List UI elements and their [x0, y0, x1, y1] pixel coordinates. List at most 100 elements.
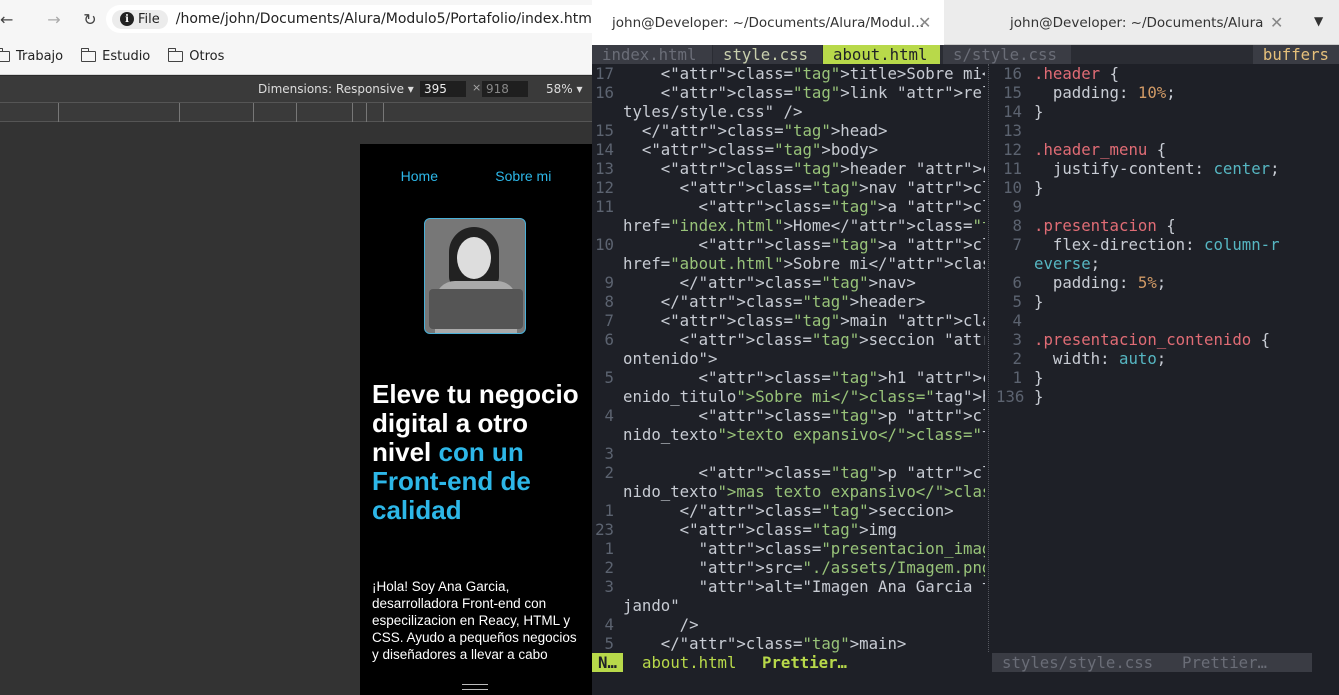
vim-editor[interactable]: index.html style.css about.html s/style.… [592, 45, 1339, 695]
css-code-line[interactable]: 13 [996, 121, 1339, 140]
html-code-line[interactable]: 4 <"attr">class="tag">p "attr">class="pr… [592, 406, 985, 425]
line-number: 1 [1012, 368, 1022, 387]
width-input[interactable]: 395 [420, 81, 466, 97]
bookmarks-bar: Trabajo Estudio Otros [0, 38, 592, 75]
resize-handle[interactable] [462, 684, 488, 690]
html-code-line[interactable]: 1 "attr">class="presentacion_imagen" [592, 539, 985, 558]
forward-button[interactable]: → [36, 0, 72, 38]
html-code-line[interactable]: 13 <"attr">class="tag">header "attr">cla… [592, 159, 985, 178]
html-code-line[interactable]: 2 <"attr">class="tag">p "attr">class="pr… [592, 463, 985, 482]
css-code-line[interactable]: 136} [996, 387, 1339, 406]
buffer-tab-index[interactable]: index.html [592, 45, 712, 64]
css-code-line[interactable]: 5} [996, 292, 1339, 311]
code-text: </"attr">class="tag">head> [623, 121, 888, 140]
html-code-line[interactable]: 5 </"attr">class="tag">main> [592, 634, 985, 653]
html-code-line[interactable]: 15 </"attr">class="tag">head> [592, 121, 985, 140]
css-code-line[interactable]: 3 .presentacion_contenido { [996, 330, 1339, 349]
html-code-line[interactable]: 7 <"attr">class="tag">main "attr">class=… [592, 311, 985, 330]
html-code-line[interactable]: 6 <"attr">class="tag">seccion "attr">cla… [592, 330, 985, 349]
terminal-tab-bar: john@Developer: ~/Documents/Alura/Modul…… [592, 0, 1339, 45]
css-code-line[interactable]: 11 justify-content: center; [996, 159, 1339, 178]
code-text: width: auto; [1034, 349, 1167, 368]
chevron-down-icon[interactable]: ▼ [1314, 14, 1323, 28]
back-button[interactable]: ← [0, 0, 18, 38]
right-split-style-css[interactable]: 16 .header {15 padding: 10%; 14} 13 12 .heade… [996, 64, 1339, 654]
height-input[interactable]: 918 [482, 81, 528, 97]
code-text: <"attr">class="tag">main "attr">class="p… [623, 311, 985, 330]
html-code-line[interactable]: 14 <"attr">class="tag">body> [592, 140, 985, 159]
nav-link-sobre-mi[interactable]: Sobre mi [495, 168, 551, 184]
folder-icon [0, 47, 10, 62]
css-code-line[interactable]: 1} [996, 368, 1339, 387]
html-code-line[interactable]: href="index.html">Home</"attr">class="ta… [592, 216, 985, 235]
terminal-tab-2[interactable]: john@Developer: ~/Documents/Alura ✕ [944, 0, 1314, 45]
html-code-line[interactable]: nido_texto">mas texto expansivo</">class… [592, 482, 985, 501]
vertical-split-divider[interactable] [988, 64, 989, 654]
code-text: <"attr">class="tag">img [623, 520, 897, 539]
code-text: <"attr">class="tag">nav "attr">class="he… [623, 178, 985, 197]
css-code-line[interactable]: 10} [996, 178, 1339, 197]
css-code-line[interactable]: 6 padding: 5%; [996, 273, 1339, 292]
code-text: tyles/style.css" /> [623, 102, 803, 121]
dimensions-dropdown[interactable]: Dimensions: Responsive ▾ [258, 82, 414, 96]
bookmark-folder-estudio[interactable]: Estudio [80, 47, 150, 64]
css-code-line[interactable]: 12 .header_menu { [996, 140, 1339, 159]
zoom-dropdown[interactable]: 58% ▾ [546, 82, 583, 96]
html-code-line[interactable]: 8 </"attr">class="tag">header> [592, 292, 985, 311]
nav-link-home[interactable]: Home [401, 168, 438, 184]
css-code-line[interactable]: 15 padding: 10%; [996, 83, 1339, 102]
code-text: nido_texto">texto expansivo</">class="ta… [623, 425, 985, 444]
buffers-label: buffers [1252, 45, 1339, 64]
html-code-line[interactable]: 9 </"attr">class="tag">nav> [592, 273, 985, 292]
bookmark-folder-trabajo[interactable]: Trabajo [0, 47, 63, 64]
buffer-tab-s-style[interactable]: s/style.css [943, 45, 1071, 64]
html-code-line[interactable]: enido_titulo">Sobre mi</">class="tag">h1… [592, 387, 985, 406]
left-split-about-html[interactable]: 17 <"attr">class="tag">title>Sobre mi</"… [592, 64, 985, 654]
line-number: 9 [604, 273, 614, 292]
css-code-line[interactable]: 14} [996, 102, 1339, 121]
html-code-line[interactable]: 3 "attr">alt="Imagen Ana Garcia traba [592, 577, 985, 596]
close-icon[interactable]: ✕ [918, 13, 931, 32]
html-code-line[interactable]: href="about.html">Sobre mi</"attr">class… [592, 254, 985, 273]
bookmark-folder-otros[interactable]: Otros [167, 47, 224, 64]
html-code-line[interactable]: 2 "attr">src="./assets/Imagem.png" [592, 558, 985, 577]
code-text: nido_texto">mas texto expansivo</">class… [623, 482, 985, 501]
line-number: 11 [1003, 159, 1022, 178]
html-code-line[interactable]: 1 </"attr">class="tag">seccion> [592, 501, 985, 520]
inactive-status-filename: styles/style.css [1002, 653, 1154, 672]
html-code-line[interactable]: 3 [592, 444, 985, 463]
buffer-tab-style[interactable]: style.css [713, 45, 822, 64]
html-code-line[interactable]: 12 <"attr">class="tag">nav "attr">class=… [592, 178, 985, 197]
html-code-line[interactable]: nido_texto">texto expansivo</">class="ta… [592, 425, 985, 444]
terminal-tab-1[interactable]: john@Developer: ~/Documents/Alura/Modul…… [592, 0, 944, 45]
code-text: "attr">src="./assets/Imagem.png" [698, 558, 985, 577]
folder-icon [167, 47, 184, 62]
html-code-line[interactable]: tyles/style.css" /> [592, 102, 985, 121]
address-bar[interactable]: i File /home/john/Documents/Alura/Modulo… [106, 5, 592, 33]
reload-button[interactable]: ↻ [72, 0, 108, 38]
css-code-line[interactable]: 9 [996, 197, 1339, 216]
css-code-line[interactable]: 16 .header { [996, 64, 1339, 83]
css-code-line[interactable]: 8 .presentacion { [996, 216, 1339, 235]
html-code-line[interactable]: jando" [592, 596, 985, 615]
css-code-line[interactable]: 4 [996, 311, 1339, 330]
hero-body-text: ¡Hola! Soy Ana Garcia, desarrolladora Fr… [372, 579, 577, 662]
line-number: 4 [604, 615, 614, 634]
html-code-line[interactable]: 17 <"attr">class="tag">title>Sobre mi</"… [592, 64, 985, 83]
code-text: jando" [623, 596, 680, 615]
html-code-line[interactable]: ontenido"> [592, 349, 985, 368]
html-code-line[interactable]: 23 <"attr">class="tag">img [592, 520, 985, 539]
css-code-line[interactable]: 2 width: auto; [996, 349, 1339, 368]
html-code-line[interactable]: 10 <"attr">class="tag">a "attr">class="h… [592, 235, 985, 254]
html-code-line[interactable]: 4 /> [592, 615, 985, 634]
html-code-line[interactable]: 5 <"attr">class="tag">h1 "attr">class="p… [592, 368, 985, 387]
site-info-chip[interactable]: i File [112, 9, 168, 29]
media-query-ruler[interactable] [0, 102, 592, 123]
code-text: .presentacion { [1034, 216, 1176, 235]
close-icon[interactable]: ✕ [1270, 13, 1283, 32]
css-code-line[interactable]: 7 flex-direction: column-r [996, 235, 1339, 254]
html-code-line[interactable]: 16 <"attr">class="tag">link "attr">rel="… [592, 83, 985, 102]
buffer-tab-about[interactable]: about.html [823, 45, 940, 64]
css-code-line[interactable]: everse; [996, 254, 1339, 273]
html-code-line[interactable]: 11 <"attr">class="tag">a "attr">class="h… [592, 197, 985, 216]
